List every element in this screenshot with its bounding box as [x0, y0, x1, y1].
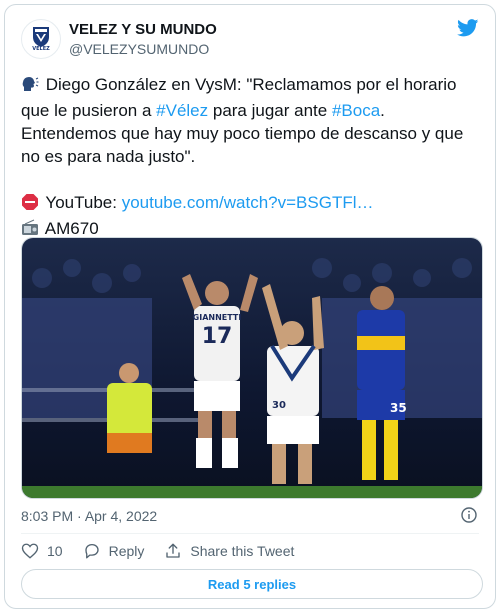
reply-button[interactable]: Reply: [83, 542, 145, 560]
tweet-card: VELEZ VELEZ Y SU MUNDO @VELEZYSUMUNDO Di…: [4, 4, 496, 609]
share-label: Share this Tweet: [190, 543, 295, 559]
account-handle[interactable]: @VELEZYSUMUNDO: [69, 41, 209, 57]
reply-icon: [84, 543, 99, 559]
tweet-text-part2: para jugar ante: [208, 101, 332, 120]
hashtag-velez-link[interactable]: #Vélez: [156, 101, 208, 120]
tweet-time: 8:03 PM: [21, 508, 74, 524]
share-button[interactable]: Share this Tweet: [164, 542, 294, 560]
player1-number-label: 17: [202, 324, 233, 349]
read-replies-button[interactable]: Read 5 replies: [21, 569, 483, 599]
heart-icon: [21, 543, 39, 559]
hashtag-boca-link[interactable]: #Boca: [332, 101, 380, 120]
action-bar: 10 Reply Share this Tweet: [21, 542, 314, 560]
tweet-photo[interactable]: GIANNETTI 17 30 35: [21, 237, 483, 499]
like-count: 10: [47, 543, 63, 559]
divider: [21, 533, 479, 534]
account-name[interactable]: VELEZ Y SU MUNDO: [69, 21, 217, 38]
youtube-label: YouTube:: [45, 193, 122, 212]
tweet-text: Diego González en VysM: "Reclamamos por …: [21, 73, 483, 243]
share-icon: [166, 543, 181, 558]
radio-label: AM670: [44, 219, 99, 238]
like-button[interactable]: 10: [21, 542, 63, 560]
stop-sign-icon: [21, 193, 41, 217]
speaking-head-icon: [21, 75, 41, 99]
player3-number-label: 35: [390, 401, 407, 415]
tweet-date: Apr 4, 2022: [84, 508, 158, 524]
avatar-label: VELEZ: [32, 46, 50, 52]
info-icon[interactable]: [461, 507, 477, 528]
reply-label: Reply: [108, 543, 145, 559]
player1-name-label: GIANNETTI: [193, 313, 242, 322]
meta-separator: ·: [73, 508, 85, 524]
avatar[interactable]: VELEZ: [21, 19, 61, 59]
twitter-bird-icon[interactable]: [457, 19, 479, 42]
club-shield-icon: [33, 27, 49, 47]
youtube-link[interactable]: youtube.com/watch?v=BSGTFl…: [122, 193, 374, 212]
football-match-photo: GIANNETTI 17 30 35: [22, 238, 482, 498]
tweet-timestamp[interactable]: 8:03 PM · Apr 4, 2022: [21, 508, 157, 524]
player2-number-label: 30: [272, 400, 286, 411]
